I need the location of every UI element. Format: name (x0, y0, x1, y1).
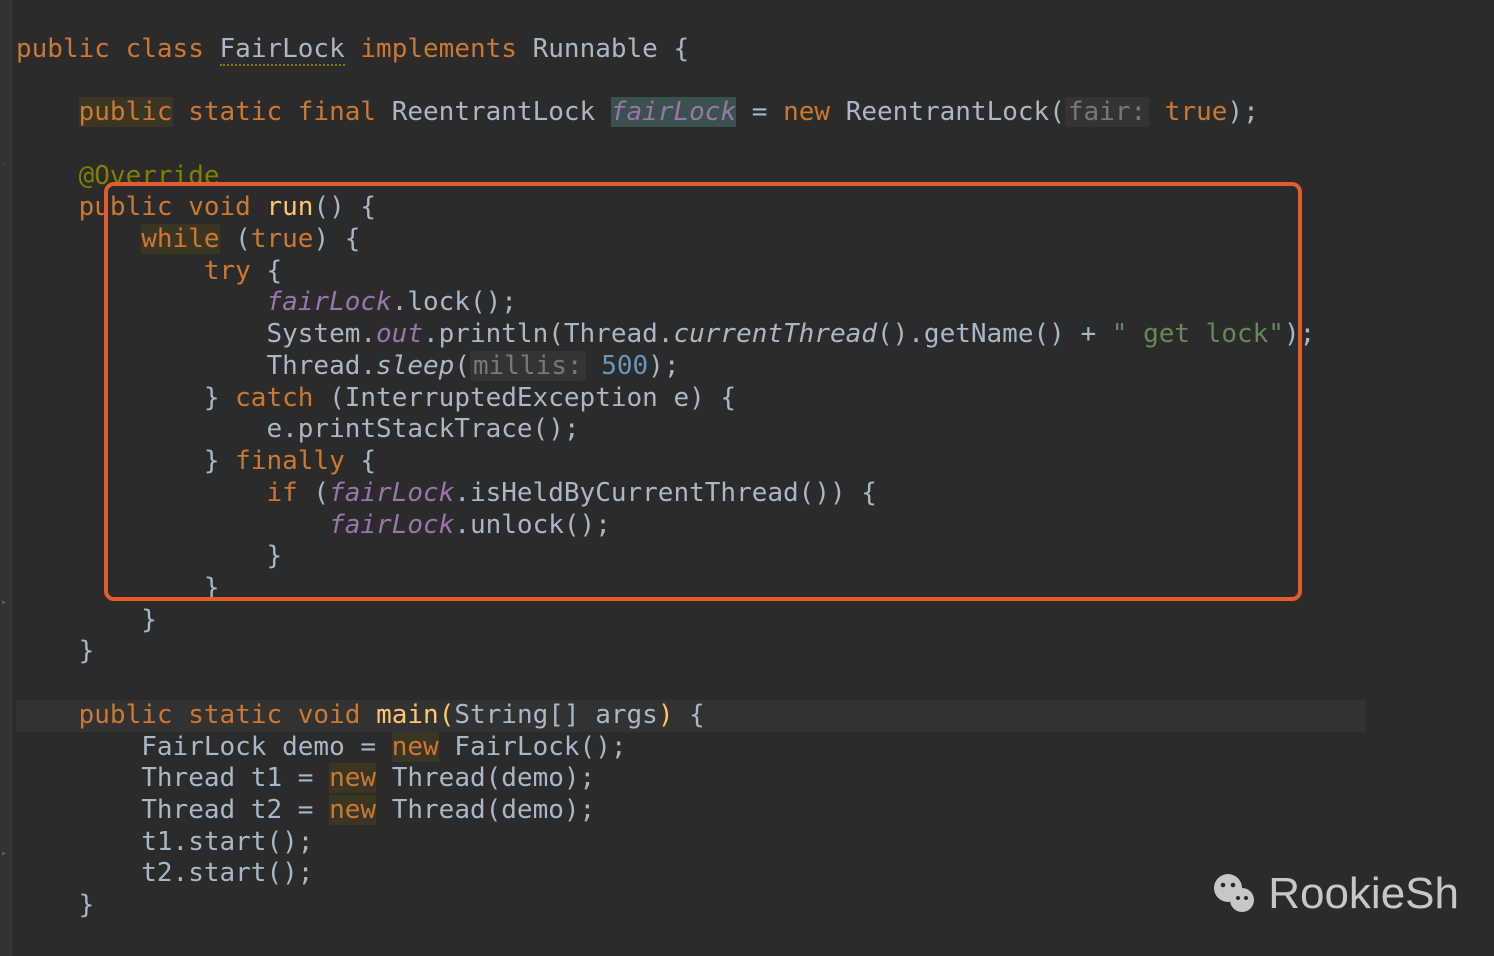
code-line: } (16, 541, 282, 571)
code-line: } catch (InterruptedException e) { (16, 383, 736, 413)
code-line: t1.start(); (16, 827, 313, 857)
code-line: t2.start(); (16, 858, 313, 888)
code-line: Thread t2 = new Thread(demo); (16, 795, 595, 825)
code-line: public void run() { (16, 192, 376, 222)
code-line: } (16, 605, 157, 635)
code-line: } finally { (16, 446, 376, 476)
code-line: e.printStackTrace(); (16, 414, 580, 444)
watermark-text: RookieSh (1268, 867, 1459, 921)
code-line: } (16, 636, 94, 666)
editor-gutter: ◦ ▸ ▸ (0, 0, 12, 956)
wechat-icon (1210, 870, 1258, 918)
code-line: System.out.println(Thread.currentThread(… (16, 319, 1315, 349)
code-line: while (true) { (16, 224, 360, 254)
code-line: Thread t1 = new Thread(demo); (16, 763, 595, 793)
code-line: fairLock.lock(); (16, 287, 517, 317)
code-line-highlighted: public static void main(String[] args) { (16, 700, 1366, 732)
code-line: try { (16, 256, 282, 286)
code-line: Thread.sleep(millis: 500); (16, 351, 679, 381)
fold-marker-icon: ▸ (1, 848, 11, 860)
code-line: FairLock demo = new FairLock(); (16, 732, 627, 762)
code-line: @Override (16, 161, 220, 191)
fold-marker-icon: ▸ (1, 597, 11, 609)
watermark: RookieSh (1210, 867, 1459, 921)
code-editor[interactable]: public class FairLock implements Runnabl… (16, 2, 1366, 922)
code-line: } (16, 573, 220, 603)
code-line: if (fairLock.isHeldByCurrentThread()) { (16, 478, 877, 508)
code-line: public static final ReentrantLock fairLo… (16, 97, 1259, 127)
override-marker-icon: ◦ (1, 160, 11, 172)
code-line: } (16, 890, 94, 920)
code-line: public class FairLock implements Runnabl… (16, 34, 689, 66)
code-line: fairLock.unlock(); (16, 510, 611, 540)
